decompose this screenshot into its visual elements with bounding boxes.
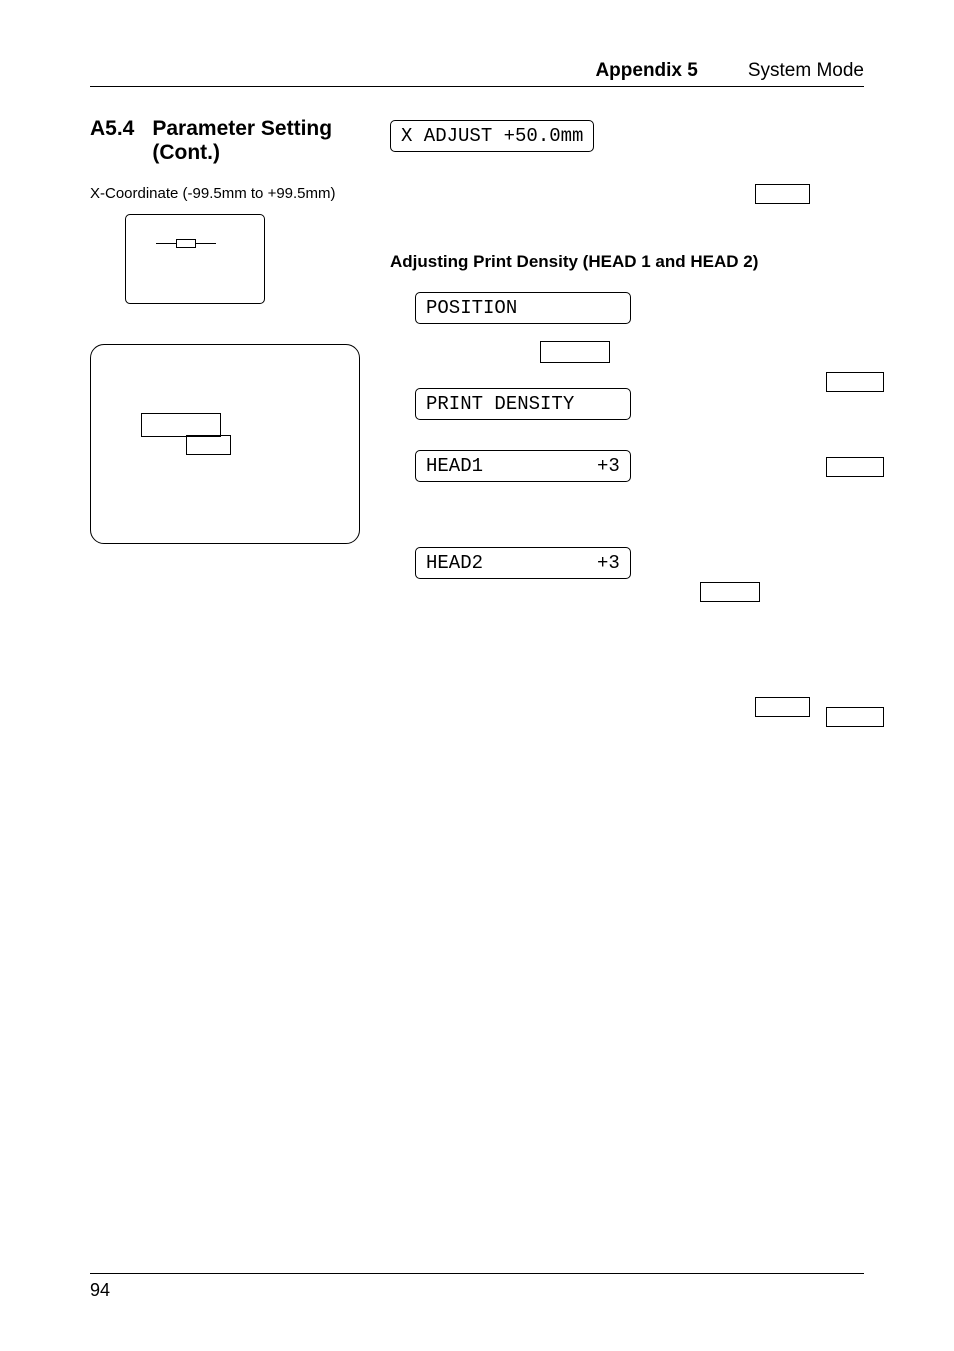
header-text: Appendix 5 System Mode [90, 60, 864, 82]
left-column: A5.4 Parameter Setting (Cont.) X-Coordin… [90, 117, 360, 594]
page-number: 94 [90, 1280, 110, 1300]
display-head2: HEAD2 +3 [415, 547, 631, 579]
diagram-cross-box [176, 239, 196, 248]
callout-box-r2 [826, 457, 884, 477]
display-row-3: PRINT DENSITY [415, 388, 864, 420]
display-print-density: PRINT DENSITY [415, 388, 631, 420]
page-content: A5.4 Parameter Setting (Cont.) X-Coordin… [90, 117, 864, 594]
display-position: POSITION [415, 292, 631, 324]
subheading-print-density: Adjusting Print Density (HEAD 1 and HEAD… [390, 252, 864, 272]
section-title: Parameter Setting (Cont.) [152, 117, 360, 165]
callout-box-2b [540, 341, 610, 363]
display-row-5: HEAD2 +3 [415, 547, 864, 579]
mode-label: System Mode [748, 60, 864, 81]
display-row-4: HEAD1 +3 [415, 450, 864, 482]
display-head1: HEAD1 +3 [415, 450, 631, 482]
diagram-inner-box-1 [141, 413, 221, 437]
appendix-label: Appendix 5 [595, 60, 697, 81]
footer: 94 [90, 1273, 864, 1301]
large-diagram-box [90, 344, 360, 544]
section-number: A5.4 [90, 117, 134, 165]
diagram-inner-box-2 [186, 435, 231, 455]
callout-box-r3 [826, 707, 884, 727]
callout-box-1 [755, 184, 810, 204]
display-x-adjust: X ADJUST +50.0mm [390, 120, 594, 152]
callout-box-m2 [755, 697, 810, 717]
callout-box-m1 [700, 582, 760, 602]
right-column: X ADJUST +50.0mm Adjusting Print Density… [390, 117, 864, 594]
section-heading: A5.4 Parameter Setting (Cont.) [90, 117, 360, 165]
callout-box-r1 [826, 372, 884, 392]
small-diagram-box [125, 214, 265, 304]
coord-range-label: X-Coordinate (-99.5mm to +99.5mm) [90, 185, 360, 202]
header-rule: Appendix 5 System Mode [90, 60, 864, 87]
display-row-1: X ADJUST +50.0mm [390, 117, 864, 152]
display-row-2: POSITION [415, 292, 864, 324]
